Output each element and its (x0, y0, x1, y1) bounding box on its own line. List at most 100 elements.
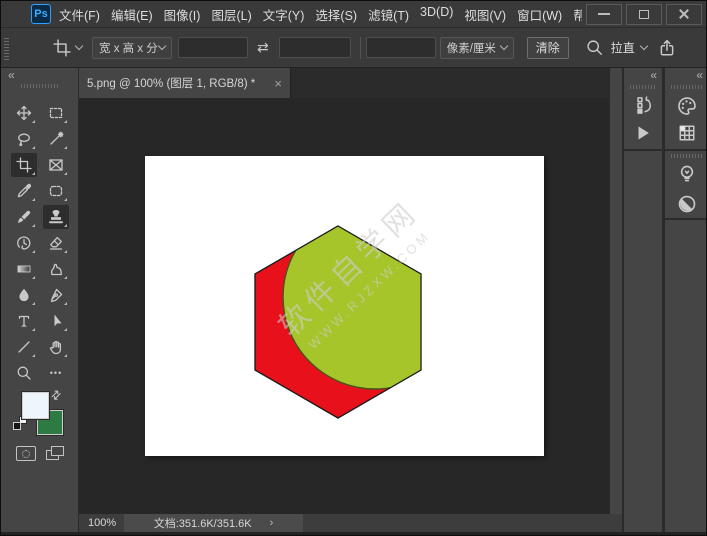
more-tools[interactable]: ••• (43, 361, 69, 385)
straighten-label[interactable]: 拉直 (611, 39, 635, 56)
menu-bar: 文件(F) 编辑(E) 图像(I) 图层(L) 文字(Y) 选择(S) 滤镜(T… (58, 3, 582, 26)
document-info[interactable]: 文档:351.6K/351.6K › (124, 514, 303, 532)
maximize-button[interactable] (626, 4, 662, 25)
eraser-tool[interactable] (43, 231, 69, 255)
minimize-button[interactable] (586, 4, 622, 25)
collapse-panel-icon[interactable]: « (8, 70, 15, 80)
crop-preset-chevron-icon[interactable] (75, 42, 83, 50)
maximize-icon (639, 10, 649, 19)
options-grip[interactable] (4, 36, 9, 60)
close-icon (678, 8, 690, 20)
history-panel-button[interactable] (624, 96, 662, 115)
lasso-tool[interactable] (11, 127, 37, 151)
hexagon-artwork (145, 156, 544, 456)
document-canvas[interactable]: 软件自学网 WWW.RJZXW.COM (145, 156, 544, 456)
color-swatches: ⇄ (1, 392, 79, 512)
status-chevron-icon[interactable]: › (270, 517, 274, 529)
straighten-chevron-icon[interactable] (640, 42, 648, 50)
clone-stamp-tool[interactable] (43, 205, 69, 229)
document-tab[interactable]: 5.png @ 100% (图层 1, RGB/8) * × (79, 68, 291, 98)
dock-resize-strip[interactable] (609, 68, 622, 514)
blur-tool[interactable] (11, 283, 37, 307)
window-bottom-edge (1, 532, 707, 536)
path-select-tool[interactable] (43, 309, 69, 333)
menu-filter[interactable]: 滤镜(T) (367, 3, 410, 26)
document-tab-label: 5.png @ 100% (图层 1, RGB/8) * (87, 75, 255, 91)
menu-window[interactable]: 窗口(W) (516, 3, 563, 26)
title-bar: Ps 文件(F) 编辑(E) 图像(I) 图层(L) 文字(Y) 选择(S) 滤… (1, 1, 707, 28)
eyedropper-tool[interactable] (11, 179, 37, 203)
crop-tool-icon (53, 39, 71, 57)
document-size-label: 文档:351.6K/351.6K (154, 515, 252, 531)
window-controls (586, 4, 702, 25)
dock-grip[interactable] (671, 154, 702, 158)
clear-button[interactable]: 清除 (527, 37, 569, 59)
crop-tool[interactable] (11, 153, 37, 177)
menu-3d[interactable]: 3D(D) (419, 3, 454, 26)
gradient-tool[interactable] (11, 257, 37, 281)
share-icon[interactable] (658, 39, 676, 57)
crop-resolution-input[interactable] (366, 37, 436, 58)
hand-tool[interactable] (43, 335, 69, 359)
screen-mode-button[interactable] (46, 446, 66, 461)
crop-width-input[interactable] (178, 37, 248, 58)
menu-type[interactable]: 文字(Y) (262, 3, 306, 26)
crop-height-input[interactable] (279, 37, 351, 58)
line-tool[interactable] (11, 335, 37, 359)
play-icon (634, 124, 652, 142)
status-bar: 100% 文档:351.6K/351.6K › (79, 514, 622, 532)
resolution-unit-dropdown[interactable]: 像素/厘米 (440, 37, 514, 59)
magic-wand-tool[interactable] (43, 127, 69, 151)
marquee-tool[interactable] (43, 101, 69, 125)
dock-grip[interactable] (630, 85, 656, 89)
swap-colors-icon[interactable]: ⇄ (48, 386, 65, 403)
dock-grip[interactable] (671, 85, 702, 89)
ratio-preset-value: 宽 x 高 x 分... (99, 40, 159, 56)
swap-width-height-icon[interactable]: ⇄ (257, 39, 269, 56)
dropdown-chevron-icon (499, 42, 507, 50)
options-divider (360, 37, 361, 59)
type-tool[interactable] (11, 309, 37, 333)
canvas-workspace[interactable]: 软件自学网 WWW.RJZXW.COM (79, 98, 609, 514)
actions-panel-button[interactable] (624, 124, 662, 142)
healing-brush-tool[interactable] (43, 179, 69, 203)
toolbar-grip[interactable] (21, 84, 59, 88)
quick-mask-button[interactable] (16, 446, 36, 461)
close-button[interactable] (666, 4, 702, 25)
zoom-tool[interactable] (11, 361, 37, 385)
adjustments-panel-button[interactable] (665, 194, 707, 214)
ratio-preset-dropdown[interactable]: 宽 x 高 x 分... (92, 37, 172, 59)
menu-layer[interactable]: 图层(L) (210, 3, 252, 26)
swatches-panel-button[interactable] (665, 124, 707, 142)
ellipsis-icon: ••• (50, 368, 62, 378)
tab-close-icon[interactable]: × (274, 76, 282, 91)
color-panel-button[interactable] (665, 96, 707, 116)
frame-tool[interactable] (43, 153, 69, 177)
foreground-color-swatch[interactable] (22, 392, 49, 419)
zoom-level-field[interactable]: 100% (88, 517, 116, 529)
adjustments-icon (677, 194, 697, 214)
menu-view[interactable]: 视图(V) (463, 3, 507, 26)
smudge-tool[interactable] (43, 257, 69, 281)
menu-file[interactable]: 文件(F) (58, 3, 101, 26)
expand-panels-icon[interactable]: « (650, 70, 657, 80)
dropdown-chevron-icon (158, 42, 166, 50)
palette-icon (677, 96, 697, 116)
menu-select[interactable]: 选择(S) (314, 3, 358, 26)
libraries-panel-button[interactable] (665, 164, 707, 186)
pen-tool[interactable] (43, 283, 69, 307)
dock-column-history: « (624, 68, 662, 532)
expand-panels-icon[interactable]: « (696, 70, 703, 80)
history-icon (634, 96, 653, 115)
menu-help-clipped[interactable]: 帮助(H) (572, 3, 582, 26)
search-icon[interactable] (586, 39, 603, 56)
move-tool[interactable] (11, 101, 37, 125)
green-circle-shape (283, 205, 467, 389)
menu-image[interactable]: 图像(I) (163, 3, 202, 26)
menu-edit[interactable]: 编辑(E) (110, 3, 154, 26)
panel-dock: « « (622, 68, 707, 532)
brush-tool[interactable] (11, 205, 37, 229)
tools-panel: « ••• ⇄ (1, 68, 79, 532)
tools-grid: ••• (11, 101, 69, 385)
history-brush-tool[interactable] (11, 231, 37, 255)
